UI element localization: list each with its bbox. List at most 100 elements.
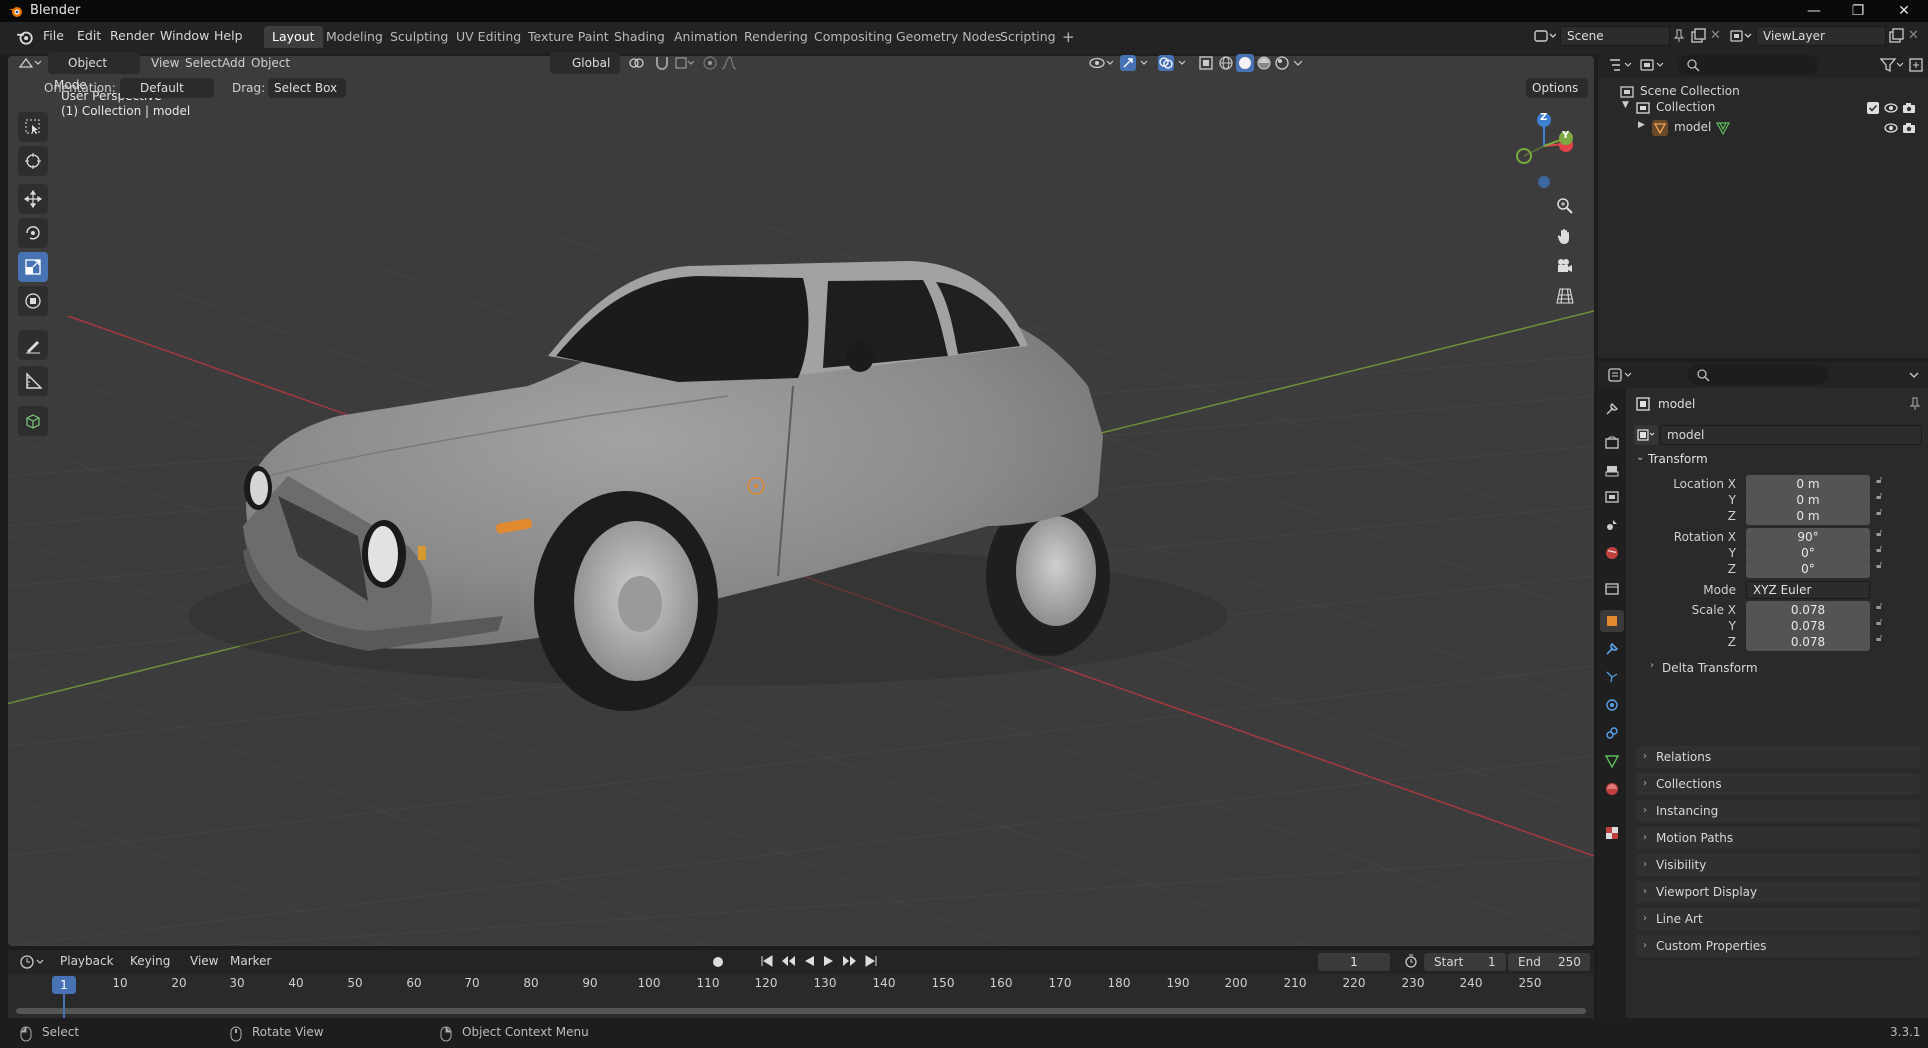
panel-relations[interactable]: › Relations <box>1636 746 1920 768</box>
blender-menu-icon[interactable] <box>16 28 34 46</box>
properties-options-icon[interactable] <box>1908 368 1920 382</box>
new-collection-icon[interactable] <box>1908 57 1924 73</box>
outliner-editor-icon[interactable] <box>1608 57 1634 73</box>
delta-transform-chevron-icon[interactable]: › <box>1650 660 1654 671</box>
menu-object[interactable]: Object <box>251 52 290 74</box>
pin-properties-icon[interactable] <box>1908 397 1922 411</box>
drag-dropdown[interactable]: Select Box <box>268 78 346 98</box>
overlays-toggle-icon[interactable] <box>1158 55 1188 71</box>
view-layer-icon[interactable] <box>1730 28 1752 44</box>
tab-render[interactable] <box>1600 432 1624 454</box>
tab-output[interactable] <box>1600 460 1624 482</box>
play-reverse-icon[interactable] <box>802 954 816 968</box>
collection-checkbox-icon[interactable] <box>1866 101 1880 115</box>
add-workspace-button[interactable]: + <box>1054 26 1083 48</box>
orientation-dropdown[interactable]: Default <box>120 78 214 98</box>
delta-transform-header[interactable]: Delta Transform <box>1662 661 1758 675</box>
lock-rotation-z-icon[interactable]: 🔓︎ <box>1876 560 1882 571</box>
editor-type-icon[interactable] <box>18 55 42 71</box>
scale-tool[interactable] <box>18 252 48 282</box>
jump-keyframe-forward-icon[interactable] <box>842 954 858 968</box>
model-camera-icon[interactable] <box>1902 121 1916 135</box>
tab-scripting[interactable]: Scripting <box>992 26 1064 48</box>
tab-animation[interactable]: Animation <box>666 26 746 48</box>
navigation-gizmo[interactable]: Z Y <box>1500 108 1580 192</box>
jump-end-icon[interactable] <box>864 954 878 968</box>
tab-texture-paint[interactable]: Texture Paint <box>520 26 617 48</box>
display-mode-icon[interactable] <box>1640 57 1666 73</box>
tab-material[interactable] <box>1600 778 1624 800</box>
tab-modifiers[interactable] <box>1600 638 1624 660</box>
lock-scale-y-icon[interactable]: 🔓︎ <box>1876 617 1882 628</box>
tab-uv-editing[interactable]: UV Editing <box>448 26 529 48</box>
tab-data[interactable] <box>1600 750 1624 772</box>
menu-select[interactable]: Select <box>185 52 222 74</box>
menu-marker[interactable]: Marker <box>230 954 271 968</box>
menu-timeline-view[interactable]: View <box>190 954 218 968</box>
properties-editor-icon[interactable] <box>1608 367 1634 383</box>
view-layer-field[interactable]: ViewLayer <box>1756 26 1886 46</box>
panel-line-art[interactable]: › Line Art <box>1636 908 1920 930</box>
xray-toggle-icon[interactable] <box>1198 55 1214 71</box>
current-frame-field[interactable]: 1 <box>1318 953 1390 971</box>
menu-render[interactable]: Render <box>110 28 155 43</box>
car-model[interactable] <box>188 261 1228 711</box>
menu-edit[interactable]: Edit <box>77 28 101 43</box>
playhead-frame-badge[interactable]: 1 <box>52 976 76 994</box>
annotate-tool[interactable] <box>18 330 48 360</box>
jump-keyframe-back-icon[interactable] <box>780 954 796 968</box>
play-icon[interactable] <box>822 954 836 968</box>
zoom-button[interactable] <box>1553 194 1577 218</box>
menu-keying[interactable]: Keying <box>130 954 170 968</box>
3d-viewport[interactable]: User Perspective (1) Collection | model <box>8 56 1594 946</box>
snap-icon[interactable] <box>654 55 670 71</box>
lock-scale-z-icon[interactable]: 🔓︎ <box>1876 633 1882 644</box>
pivot-point-icon[interactable] <box>628 55 648 71</box>
lock-rotation-y-icon[interactable]: 🔓︎ <box>1876 544 1882 555</box>
close-button[interactable]: ✕ <box>1882 0 1926 22</box>
transform-collapse-icon[interactable]: ⌄ <box>1636 452 1644 463</box>
add-cube-tool[interactable] <box>18 406 48 436</box>
material-preview-icon[interactable] <box>1256 55 1272 71</box>
shading-options-icon[interactable] <box>1292 55 1304 71</box>
stopwatch-icon[interactable] <box>1404 954 1418 968</box>
pan-button[interactable] <box>1553 224 1577 248</box>
tab-collection[interactable] <box>1600 578 1624 600</box>
select-box-tool[interactable] <box>18 112 48 142</box>
collection-camera-icon[interactable] <box>1902 101 1916 115</box>
tab-particles[interactable] <box>1600 666 1624 688</box>
falloff-icon[interactable] <box>720 55 740 71</box>
start-frame-field[interactable]: Start 1 <box>1424 953 1506 971</box>
minimize-button[interactable]: — <box>1792 0 1836 22</box>
tab-texture[interactable] <box>1600 822 1624 844</box>
measure-tool[interactable] <box>18 366 48 396</box>
tab-sculpting[interactable]: Sculpting <box>382 26 456 48</box>
auto-keying-icon[interactable] <box>710 954 726 970</box>
panel-collections[interactable]: › Collections <box>1636 773 1920 795</box>
menu-view[interactable]: View <box>151 52 179 74</box>
maximize-button[interactable]: ❐ <box>1836 0 1880 22</box>
outliner-collection-row[interactable]: ▼ Collection <box>1598 98 1928 118</box>
panel-instancing[interactable]: › Instancing <box>1636 800 1920 822</box>
scene-name-field[interactable]: Scene <box>1560 26 1670 46</box>
rotation-z-field[interactable]: 0° <box>1746 560 1870 578</box>
panel-visibility[interactable]: › Visibility <box>1636 854 1920 876</box>
options-dropdown[interactable]: Options <box>1526 78 1588 98</box>
collection-eye-icon[interactable] <box>1884 101 1898 115</box>
model-eye-icon[interactable] <box>1884 121 1898 135</box>
new-scene-icon[interactable] <box>1690 28 1706 44</box>
menu-playback[interactable]: Playback <box>60 954 114 968</box>
move-tool[interactable] <box>18 184 48 214</box>
tab-world[interactable] <box>1600 542 1624 564</box>
rendered-shading-icon[interactable] <box>1274 55 1290 71</box>
menu-window[interactable]: Window <box>160 28 209 43</box>
lock-rotation-x-icon[interactable]: 🔓︎ <box>1876 528 1882 539</box>
object-datablock-icon[interactable] <box>1634 425 1658 445</box>
panel-custom-properties[interactable]: › Custom Properties <box>1636 935 1920 957</box>
solid-shading-icon[interactable] <box>1236 54 1254 72</box>
lock-location-y-icon[interactable]: 🔓︎ <box>1876 491 1882 502</box>
tab-view-layer[interactable] <box>1600 486 1624 508</box>
scene-icon[interactable] <box>1534 28 1556 44</box>
model-expand-icon[interactable]: ▶ <box>1638 120 1645 130</box>
filter-icon[interactable] <box>1880 57 1904 73</box>
